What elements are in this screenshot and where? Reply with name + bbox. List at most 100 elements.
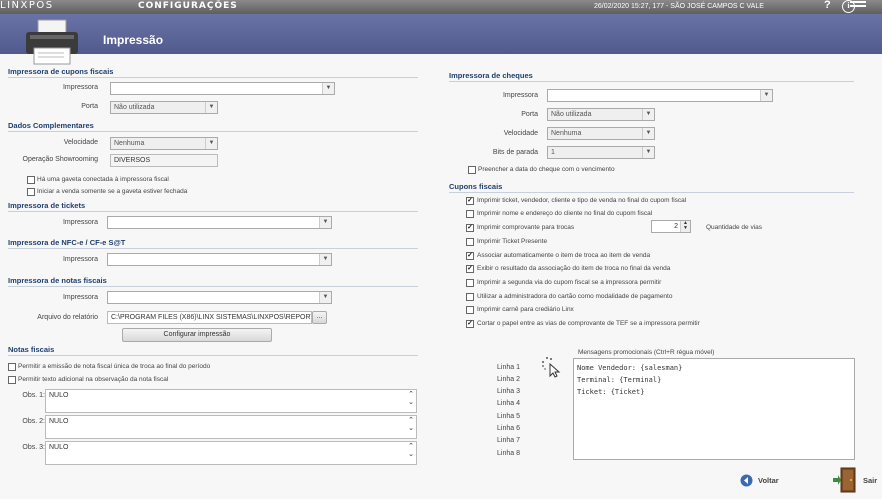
permitir-texto-checkbox[interactable] — [8, 376, 16, 384]
section-nfce: Impressora de NFC-e / CF-e S@T — [8, 238, 418, 249]
iniciar-label: Iniciar a venda somente se a gaveta esti… — [37, 188, 188, 195]
status-text: 26/02/2020 15:27, 177 - SÃO JOSÉ CAMPOS … — [594, 3, 764, 10]
printer-icon — [26, 19, 78, 65]
mensagens-title: Mensagens promocionais (Ctrl+R régua móv… — [578, 349, 715, 356]
option-checkbox[interactable] — [466, 238, 474, 246]
chevron-down-icon: ▼ — [205, 138, 217, 149]
vias-stepper[interactable]: 2 ▲ ▼ — [651, 220, 691, 233]
gaveta-label: Há uma gaveta conectada à impressora fis… — [37, 176, 169, 183]
section-cupons-fiscais-options: Cupons fiscais — [449, 182, 854, 193]
option-checkbox[interactable] — [466, 224, 474, 232]
chevron-down-icon: ▼ — [642, 109, 654, 120]
cheques-impressora-label: Impressora — [502, 92, 538, 99]
menu-icon[interactable] — [850, 1, 866, 11]
scroll-arrows-icon[interactable]: ⌃ ⌄ — [408, 417, 414, 433]
option-label: Exibir o resultado da associação do item… — [477, 265, 671, 272]
chevron-down-icon: ▼ — [319, 217, 331, 228]
scroll-arrows-icon[interactable]: ⌃ ⌄ — [408, 443, 414, 459]
exit-door-icon[interactable] — [832, 467, 858, 493]
mensagens-textarea[interactable]: Nome Vendedor: {salesman} Terminal: {Ter… — [573, 358, 855, 460]
chevron-down-icon: ▼ — [322, 83, 334, 94]
option-label: Utilizar a administradora do cartão como… — [477, 293, 673, 300]
iniciar-checkbox[interactable] — [27, 188, 35, 196]
option-label: Imprimir nome e endereço do cliente no f… — [477, 210, 653, 217]
chevron-down-icon: ▼ — [319, 254, 331, 265]
section-notas: Impressora de notas fiscais — [8, 276, 418, 287]
option-checkbox[interactable] — [466, 210, 474, 218]
back-arrow-icon[interactable] — [740, 474, 753, 487]
option-label: Imprimir a segunda via do cupom fiscal s… — [477, 279, 662, 286]
linha-label: Linha 4 — [497, 400, 520, 407]
nfce-impressora-select[interactable]: ▼ — [107, 253, 332, 266]
option-checkbox[interactable] — [466, 197, 474, 205]
linha-label: Linha 1 — [497, 364, 520, 371]
page-title: Impressão — [103, 33, 164, 47]
notas-impressora-select[interactable]: ▼ — [107, 291, 332, 304]
stepper-arrows-icon[interactable]: ▲ ▼ — [680, 221, 690, 232]
gaveta-checkbox[interactable] — [27, 176, 35, 184]
brand-logo: LINXPOS — [0, 0, 54, 11]
chevron-down-icon: ▼ — [642, 128, 654, 139]
permitir-unica-checkbox[interactable] — [8, 363, 16, 371]
cupons-porta-label: Porta — [81, 103, 98, 110]
scroll-arrows-icon[interactable]: ⌃ ⌄ — [408, 391, 414, 407]
section-cheques: Impressora de cheques — [449, 71, 854, 82]
cheques-velocidade-select[interactable]: Nenhuma ▼ — [547, 127, 655, 140]
cheques-porta-select[interactable]: Não utilizada ▼ — [547, 108, 655, 121]
preencher-label: Preencher a data do cheque com o vencime… — [478, 166, 615, 173]
app-title: CONFIGURAÇÕES — [138, 1, 238, 11]
option-label: Associar automaticamente o item de troca… — [477, 252, 651, 259]
showrooming-label: Operação Showrooming — [22, 156, 99, 163]
showrooming-field[interactable]: DIVERSOS — [110, 154, 218, 167]
top-bar: LINXPOS CONFIGURAÇÕES 26/02/2020 15:27, … — [0, 0, 882, 14]
section-cupons-fiscais: Impressora de cupons fiscais — [8, 67, 418, 78]
obs2-textarea[interactable]: NULO ⌃ ⌄ — [45, 415, 417, 439]
obs1-label: Obs. 1: — [22, 392, 45, 399]
nfce-impressora-label: Impressora — [62, 256, 98, 263]
configurar-impressao-button[interactable]: Configurar impressão — [122, 328, 272, 342]
section-notas-fiscais: Notas fiscais — [8, 345, 418, 356]
obs3-textarea[interactable]: NULO ⌃ ⌄ — [45, 441, 417, 465]
option-checkbox[interactable] — [466, 265, 474, 273]
cheques-impressora-select[interactable]: ▼ — [547, 89, 773, 102]
linha-label: Linha 2 — [497, 376, 520, 383]
section-tickets: Impressora de tickets — [8, 201, 418, 212]
cupons-impressora-select[interactable]: ▼ — [110, 82, 335, 95]
tickets-impressora-label: Impressora — [62, 219, 98, 226]
linha-label: Linha 3 — [497, 388, 520, 395]
voltar-button[interactable]: Voltar — [758, 475, 779, 487]
preencher-checkbox[interactable] — [468, 166, 476, 174]
browse-button[interactable]: ... — [312, 311, 327, 324]
obs1-textarea[interactable]: NULO ⌃ ⌄ — [45, 389, 417, 413]
option-checkbox[interactable] — [466, 252, 474, 260]
option-label: Imprimir carnê para crediário Linx — [477, 306, 574, 313]
linha-label: Linha 5 — [497, 413, 520, 420]
section-dados-complementares: Dados Complementares — [8, 121, 418, 132]
arquivo-field[interactable]: C:\PROGRAM FILES (X86)\LINX SISTEMAS\LIN… — [107, 311, 312, 324]
sair-button[interactable]: Sair — [863, 475, 877, 487]
velocidade-select[interactable]: Nenhuma ▼ — [110, 137, 218, 150]
notas-impressora-label: Impressora — [62, 294, 98, 301]
bits-label: Bits de parada — [492, 149, 538, 156]
arquivo-label: Arquivo do relatório — [37, 314, 98, 321]
option-checkbox[interactable] — [466, 320, 474, 328]
option-label: Imprimir Ticket Presente — [477, 238, 548, 245]
chevron-down-icon: ▼ — [205, 102, 217, 113]
permitir-texto-label: Permitir texto adicional na observação d… — [18, 376, 169, 383]
bits-select[interactable]: 1 ▼ — [547, 146, 655, 159]
option-label: Imprimir ticket, vendedor, cliente e tip… — [477, 197, 687, 204]
velocidade-label: Velocidade — [63, 139, 98, 146]
obs2-label: Obs. 2: — [22, 418, 45, 425]
help-icon[interactable]: ? — [824, 0, 831, 11]
linha-label: Linha 8 — [497, 450, 520, 457]
mensagem-line: Ticket: {Ticket} — [577, 388, 645, 396]
cupons-impressora-label: Impressora — [62, 84, 98, 91]
chevron-down-icon: ▼ — [319, 292, 331, 303]
option-checkbox[interactable] — [466, 306, 474, 314]
cheques-velocidade-label: Velocidade — [503, 130, 538, 137]
option-checkbox[interactable] — [466, 293, 474, 301]
vias-label: Quantidade de vias — [706, 224, 763, 231]
cupons-porta-select[interactable]: Não utilizada ▼ — [110, 101, 218, 114]
option-checkbox[interactable] — [466, 279, 474, 287]
tickets-impressora-select[interactable]: ▼ — [107, 216, 332, 229]
